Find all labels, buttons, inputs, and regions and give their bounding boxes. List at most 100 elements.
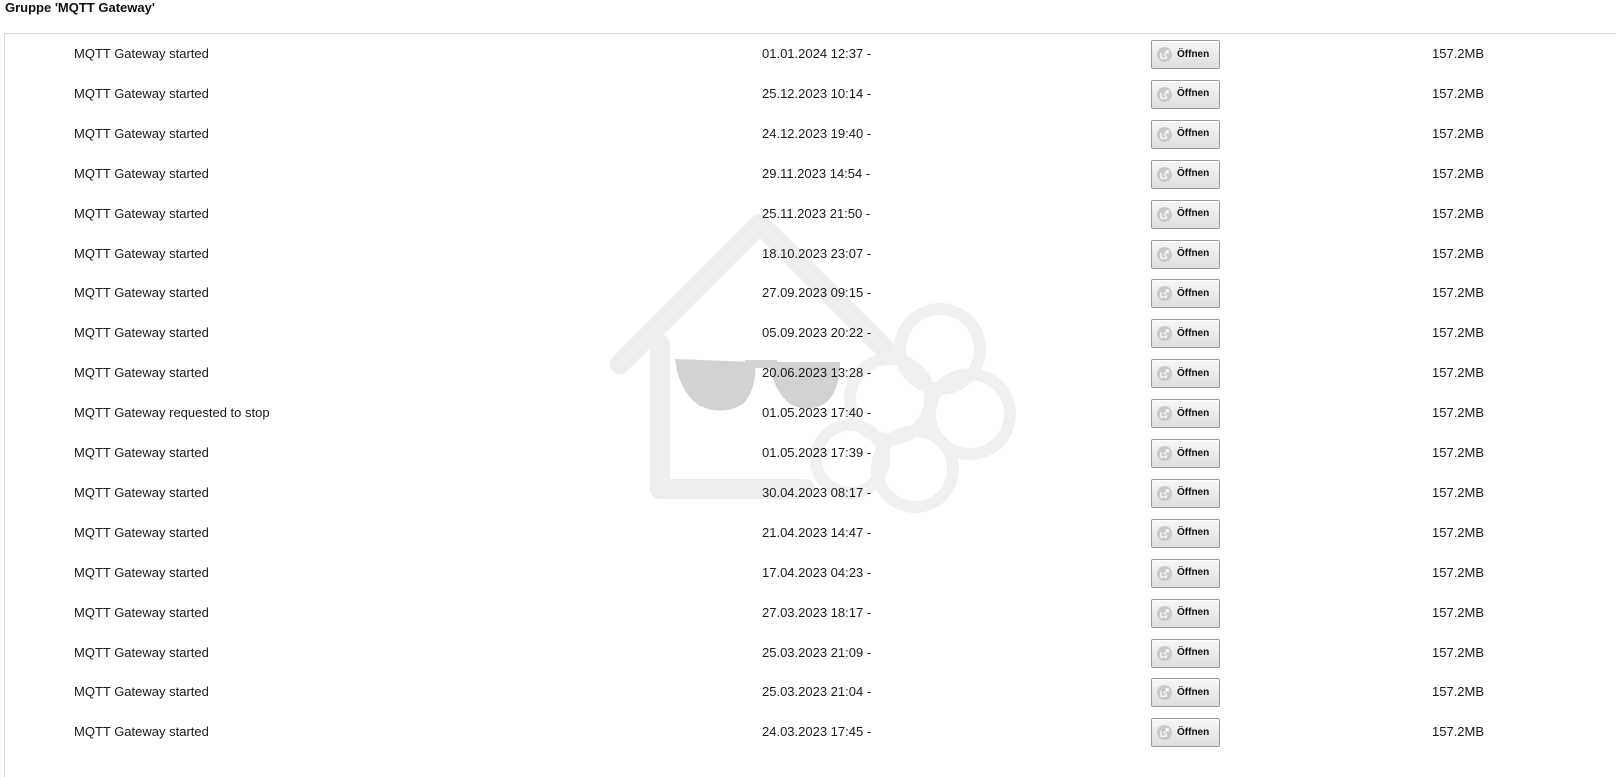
log-message: MQTT Gateway started: [74, 445, 209, 460]
log-message: MQTT Gateway started: [74, 245, 209, 261]
open-button-label: Öffnen: [1177, 208, 1210, 220]
open-external-icon: [1157, 605, 1172, 621]
log-date: 24.12.2023 19:40 -: [762, 125, 872, 141]
log-row: MQTT Gateway started 17.04.2023 04:23 - Öf…: [5, 553, 1616, 594]
log-row: MQTT Gateway started 30.04.2023 08:17 - Öf…: [5, 473, 1616, 514]
log-size: 157.2MB: [1432, 205, 1485, 221]
open-button-label: Öffnen: [1177, 48, 1210, 60]
open-button-label: Öffnen: [1177, 88, 1210, 100]
open-external-icon: [1157, 525, 1172, 541]
open-button[interactable]: Öffnen: [1151, 518, 1220, 548]
open-external-icon: [1157, 286, 1172, 302]
log-size: 157.2MB: [1432, 564, 1485, 580]
log-size: 157.2MB: [1432, 46, 1485, 61]
log-message: MQTT Gateway started: [74, 564, 209, 580]
open-button[interactable]: Öffnen: [1151, 319, 1220, 349]
log-size: 157.2MB: [1432, 85, 1485, 101]
open-button[interactable]: Öffnen: [1151, 439, 1220, 468]
log-message: MQTT Gateway started: [74, 325, 209, 341]
log-size: 157.2MB: [1432, 245, 1485, 261]
open-button-label: Öffnen: [1177, 726, 1210, 738]
log-date: 20.06.2023 13:28 -: [762, 365, 872, 381]
log-row: MQTT Gateway started 01.05.2023 17:39 - Öf…: [5, 433, 1616, 474]
log-message: MQTT Gateway started: [74, 46, 209, 61]
log-message: MQTT Gateway started: [74, 644, 209, 660]
open-external-icon: [1157, 366, 1172, 382]
log-date: 24.03.2023 17:45 -: [762, 724, 872, 740]
open-button[interactable]: Öffnen: [1151, 119, 1220, 149]
open-external-icon: [1157, 326, 1172, 342]
log-row: MQTT Gateway started 27.09.2023 09:15 - Öf…: [5, 273, 1616, 314]
open-button[interactable]: Öffnen: [1151, 239, 1220, 269]
log-date: 05.09.2023 20:22 -: [762, 325, 872, 341]
open-external-icon: [1157, 47, 1172, 62]
open-button[interactable]: Öffnen: [1151, 159, 1220, 189]
log-date: 25.03.2023 21:09 -: [762, 644, 872, 660]
open-button-label: Öffnen: [1177, 287, 1210, 299]
open-external-icon: [1157, 166, 1172, 182]
open-external-icon: [1157, 485, 1172, 501]
open-button[interactable]: Öffnen: [1151, 399, 1220, 429]
open-external-icon: [1157, 565, 1172, 581]
log-size: 157.2MB: [1432, 285, 1485, 301]
open-external-icon: [1157, 685, 1172, 701]
log-size: 157.2MB: [1432, 484, 1485, 500]
log-message: MQTT Gateway started: [74, 285, 209, 301]
open-button-label: Öffnen: [1177, 686, 1210, 698]
open-button[interactable]: Öffnen: [1151, 598, 1220, 628]
open-button[interactable]: Öffnen: [1151, 478, 1220, 508]
open-button-label: Öffnen: [1177, 327, 1210, 339]
log-row: MQTT Gateway started 21.04.2023 14:47 - Öf…: [5, 513, 1616, 554]
open-button[interactable]: Öffnen: [1151, 359, 1220, 389]
log-date: 18.10.2023 23:07 -: [762, 245, 872, 261]
log-row: MQTT Gateway started 20.06.2023 13:28 - Öf…: [5, 353, 1616, 394]
open-external-icon: [1157, 446, 1172, 461]
log-row: MQTT Gateway started 24.12.2023 19:40 - Öf…: [5, 114, 1616, 155]
log-date: 21.04.2023 14:47 -: [762, 524, 872, 540]
open-button-label: Öffnen: [1177, 567, 1210, 579]
log-message: MQTT Gateway started: [74, 165, 209, 181]
open-button[interactable]: Öffnen: [1151, 718, 1220, 748]
open-button[interactable]: Öffnen: [1151, 678, 1220, 708]
open-button[interactable]: Öffnen: [1151, 199, 1220, 229]
log-row: MQTT Gateway started 25.11.2023 21:50 - Öf…: [5, 194, 1616, 235]
log-row: MQTT Gateway started 05.09.2023 20:22 - Öf…: [5, 313, 1616, 354]
open-button-label: Öffnen: [1177, 527, 1210, 539]
log-message: MQTT Gateway started: [74, 125, 209, 141]
page-title: Gruppe 'MQTT Gateway': [5, 0, 155, 15]
log-row: MQTT Gateway started 18.10.2023 23:07 - Öf…: [5, 234, 1616, 275]
log-list-panel: MQTT Gateway started 01.01.2024 12:37 - Öf…: [4, 33, 1616, 777]
open-button-label: Öffnen: [1177, 248, 1210, 259]
log-date: 25.11.2023 21:50 -: [762, 205, 871, 221]
open-button[interactable]: Öffnen: [1151, 558, 1220, 588]
open-button-label: Öffnen: [1177, 128, 1210, 140]
open-button[interactable]: Öffnen: [1151, 279, 1220, 309]
log-date: 29.11.2023 14:54 -: [762, 165, 871, 181]
log-size: 157.2MB: [1432, 644, 1485, 660]
log-date: 01.05.2023 17:40 -: [762, 405, 872, 421]
open-button-label: Öffnen: [1177, 647, 1210, 658]
open-button[interactable]: Öffnen: [1151, 79, 1220, 109]
open-button-label: Öffnen: [1177, 487, 1210, 499]
log-size: 157.2MB: [1432, 684, 1485, 700]
log-date: 17.04.2023 04:23 -: [762, 564, 872, 580]
log-size: 157.2MB: [1432, 445, 1485, 460]
log-row: MQTT Gateway started 24.03.2023 17:45 - Öf…: [5, 712, 1616, 753]
log-message: MQTT Gateway requested to stop: [74, 405, 270, 421]
log-message: MQTT Gateway started: [74, 85, 209, 101]
open-button[interactable]: Öffnen: [1151, 40, 1220, 69]
log-size: 157.2MB: [1432, 405, 1485, 421]
open-external-icon: [1157, 126, 1172, 142]
log-message: MQTT Gateway started: [74, 365, 209, 381]
log-message: MQTT Gateway started: [74, 524, 209, 540]
log-row: MQTT Gateway started 25.03.2023 21:09 - Öf…: [5, 633, 1616, 674]
log-date: 25.03.2023 21:04 -: [762, 684, 872, 700]
log-row: MQTT Gateway started 25.03.2023 21:04 - Öf…: [5, 672, 1616, 713]
open-external-icon: [1157, 246, 1172, 262]
log-row: MQTT Gateway started 25.12.2023 10:14 - Öf…: [5, 74, 1616, 115]
log-size: 157.2MB: [1432, 724, 1485, 740]
open-button[interactable]: Öffnen: [1151, 638, 1220, 668]
open-button-label: Öffnen: [1177, 367, 1210, 379]
log-date: 01.01.2024 12:37 -: [762, 46, 872, 61]
open-button-label: Öffnen: [1177, 407, 1210, 419]
